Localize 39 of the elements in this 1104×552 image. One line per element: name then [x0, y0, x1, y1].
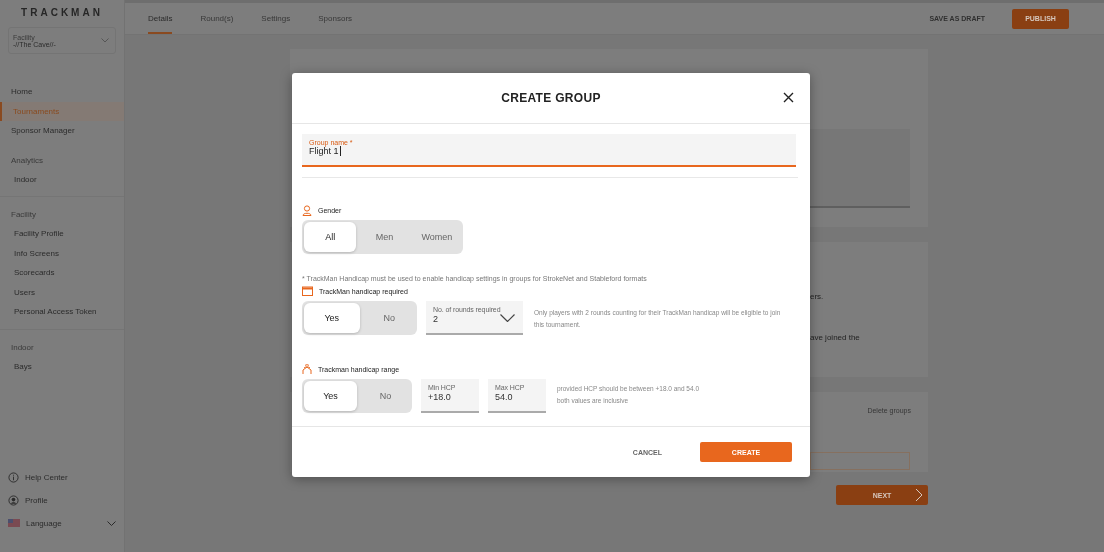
chevron-down-icon	[107, 520, 116, 526]
chevron-right-icon	[915, 488, 924, 502]
nav-item[interactable]: Indoor	[0, 169, 124, 189]
nav-item[interactable]: Sponsor Manager	[0, 121, 124, 141]
close-icon[interactable]	[783, 92, 794, 103]
person-icon	[302, 204, 312, 216]
trackman-logo: TRACKMAN	[21, 7, 103, 18]
nav-item[interactable]: Bays	[0, 356, 124, 376]
segment-option[interactable]: No	[359, 379, 412, 413]
segment-option[interactable]: Men	[358, 220, 411, 254]
info-menu-item[interactable]: Help Center	[8, 470, 116, 484]
dialog-title: CREATE GROUP	[501, 91, 601, 105]
chevron-down-icon	[500, 314, 515, 322]
calendar-icon	[302, 286, 313, 296]
profile-menu-item[interactable]: Profile	[8, 493, 116, 507]
input-field[interactable]	[810, 452, 910, 470]
nav-item[interactable]: Home	[0, 82, 124, 102]
segment-option[interactable]: All	[304, 222, 357, 252]
nav-item[interactable]: Scorecards	[0, 263, 124, 283]
tab[interactable]: Details	[148, 3, 173, 34]
nav-item[interactable]: Users	[0, 282, 124, 302]
flag-icon	[8, 519, 20, 527]
nav-section-heading: Facility	[10, 209, 37, 221]
handicap-icon	[302, 363, 312, 375]
profile-icon	[8, 494, 19, 506]
segment-option[interactable]: Women	[410, 220, 463, 254]
nav-item[interactable]: Personal Access Token	[0, 302, 124, 322]
description-text: ers.	[810, 292, 824, 301]
description-text: ave joined the	[810, 333, 860, 342]
nav-item[interactable]: Info Screens	[0, 243, 124, 263]
chevron-down-icon	[101, 38, 109, 43]
info-icon	[8, 471, 19, 483]
segment-option[interactable]: Yes	[304, 381, 357, 411]
tab[interactable]: Round(s)	[200, 3, 234, 34]
nav-item[interactable]: Facility Profile	[0, 224, 124, 244]
language-menu-item[interactable]: Language	[8, 516, 116, 530]
segment-option[interactable]: No	[361, 301, 417, 335]
nav-section-heading: Analytics	[10, 154, 44, 167]
segment-option[interactable]: Yes	[304, 303, 360, 333]
